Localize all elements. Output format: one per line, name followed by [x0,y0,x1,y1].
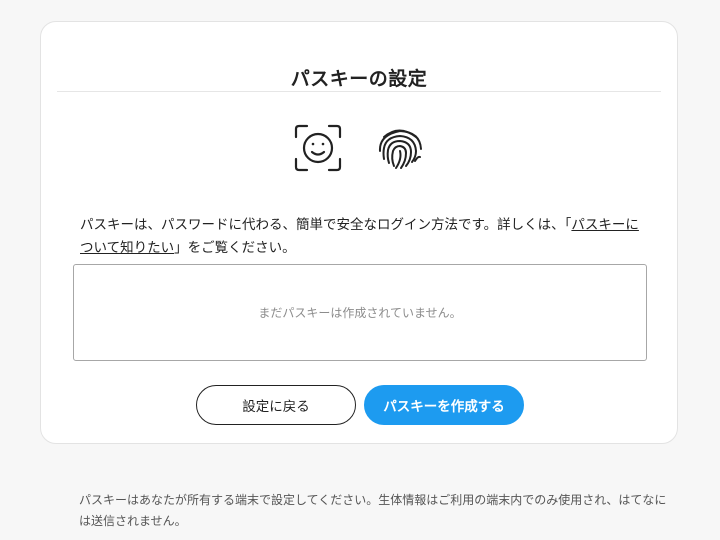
create-passkey-button[interactable]: パスキーを作成する [364,385,524,425]
page-title: パスキーの設定 [290,68,428,90]
passkey-settings-card: パスキーの設定 パスキーは、パスワードに代わる、簡単で安全なログイン方法です。詳… [40,21,678,444]
passkey-list-empty: まだパスキーは作成されていません。 [73,264,647,361]
empty-state-text: まだパスキーは作成されていません。 [258,306,462,320]
passkey-description: パスキーは、パスワードに代わる、簡単で安全なログイン方法です。詳しくは、「パスキ… [80,214,643,260]
title-divider [57,91,661,92]
description-text-end: 」をご覧ください。 [174,239,296,256]
back-to-settings-button[interactable]: 設定に戻る [196,385,356,425]
footer-note: パスキーはあなたが所有する端末で設定してください。生体情報はご利用の端末内でのみ… [79,493,667,528]
biometric-icons [41,123,677,173]
fingerprint-icon [378,129,422,169]
description-text: パスキーは、パスワードに代わる、簡単で安全なログイン方法です。詳しくは、「 [80,216,572,233]
face-id-icon [294,124,342,172]
